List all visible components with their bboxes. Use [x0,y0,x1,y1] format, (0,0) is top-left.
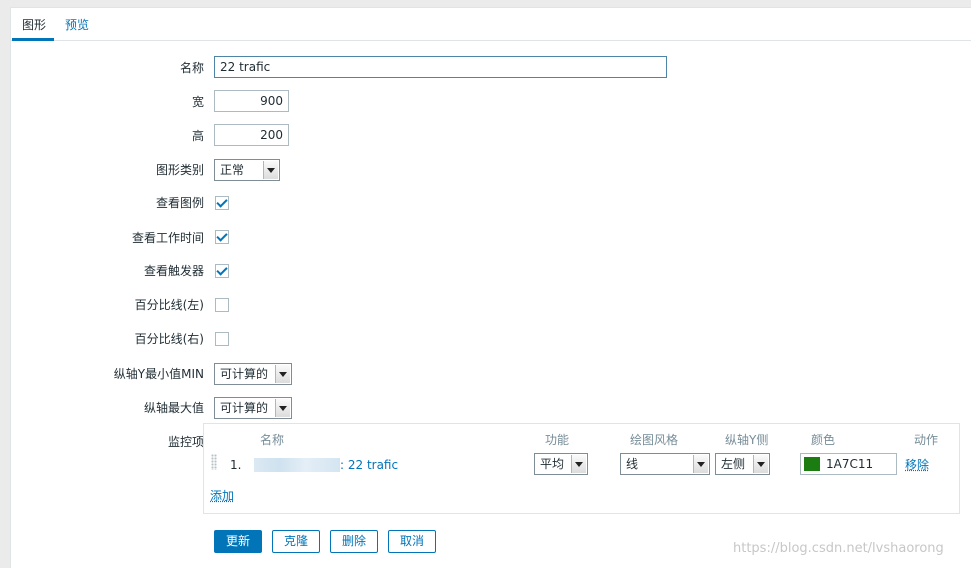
height-label: 高 [191,129,204,143]
percentile-right-checkbox[interactable] [215,332,229,346]
row-item-link[interactable]: : 22 trafic [340,457,398,473]
color-swatch[interactable] [804,457,820,471]
remove-item-link[interactable]: 移除 [905,457,929,473]
header-draw-style: 绘图风格 [630,433,679,447]
percentile-left-label: 百分比线(左) [134,298,204,312]
chevron-down-icon [693,455,708,473]
drag-handle-icon[interactable] [211,454,217,470]
ymax-select[interactable]: 可计算的 [214,397,292,419]
percentile-left-checkbox[interactable] [215,298,229,312]
draw-style-value: 线 [626,457,639,471]
show-triggers-checkbox[interactable] [215,264,229,278]
ymin-label: 纵轴Y最小值MIN [113,367,204,381]
items-table: 名称 功能 绘图风格 纵轴Y侧 颜色 动作 1. : 22 trafic 平均 … [203,423,960,514]
show-legend-label: 查看图例 [155,196,204,210]
chevron-down-icon [753,455,768,473]
items-label: 监控项 [167,435,204,449]
ymax-label: 纵轴最大值 [143,401,204,415]
header-y-axis-side: 纵轴Y侧 [725,433,769,447]
width-input[interactable]: 900 [214,90,289,112]
chevron-down-icon [275,365,290,383]
cancel-button[interactable]: 取消 [388,530,436,553]
update-button[interactable]: 更新 [214,530,262,553]
row-host-redacted [254,458,340,472]
color-hex-value: 1A7C11 [826,457,874,471]
watermark: https://blog.csdn.net/lvshaorong [733,541,944,556]
show-legend-checkbox[interactable] [215,196,229,210]
show-worktime-label: 查看工作时间 [131,231,204,245]
header-name: 名称 [260,433,285,447]
y-axis-side-value: 左侧 [721,457,746,471]
name-input[interactable]: 22 trafic [214,56,667,78]
ymin-value: 可计算的 [220,367,269,381]
row-index: 1. [230,458,242,472]
function-value: 平均 [540,457,565,471]
header-function: 功能 [545,433,570,447]
chevron-down-icon [571,455,586,473]
ymin-select[interactable]: 可计算的 [214,363,292,385]
add-item-link[interactable]: 添加 [210,488,234,504]
name-label: 名称 [179,61,204,75]
ymax-value: 可计算的 [220,401,269,415]
width-label: 宽 [191,95,204,109]
function-select[interactable]: 平均 [534,453,588,475]
delete-button[interactable]: 删除 [330,530,378,553]
tab-graph[interactable]: 图形 [12,17,54,41]
y-axis-side-select[interactable]: 左侧 [715,453,770,475]
graph-type-select[interactable]: 正常 [214,159,280,181]
percentile-right-label: 百分比线(右) [134,332,204,346]
header-action: 动作 [914,433,939,447]
height-input[interactable]: 200 [214,124,289,146]
show-triggers-label: 查看触发器 [143,264,204,278]
color-input[interactable]: 1A7C11 [800,453,897,475]
header-color: 颜色 [811,433,836,447]
chevron-down-icon [275,399,290,417]
tab-preview[interactable]: 预览 [65,17,89,41]
chevron-down-icon [263,161,278,179]
draw-style-select[interactable]: 线 [620,453,710,475]
clone-button[interactable]: 克隆 [272,530,320,553]
tab-bar: 图形 预览 [11,8,971,41]
show-worktime-checkbox[interactable] [215,230,229,244]
graph-type-value: 正常 [220,163,245,177]
graph-type-label: 图形类别 [155,163,204,177]
